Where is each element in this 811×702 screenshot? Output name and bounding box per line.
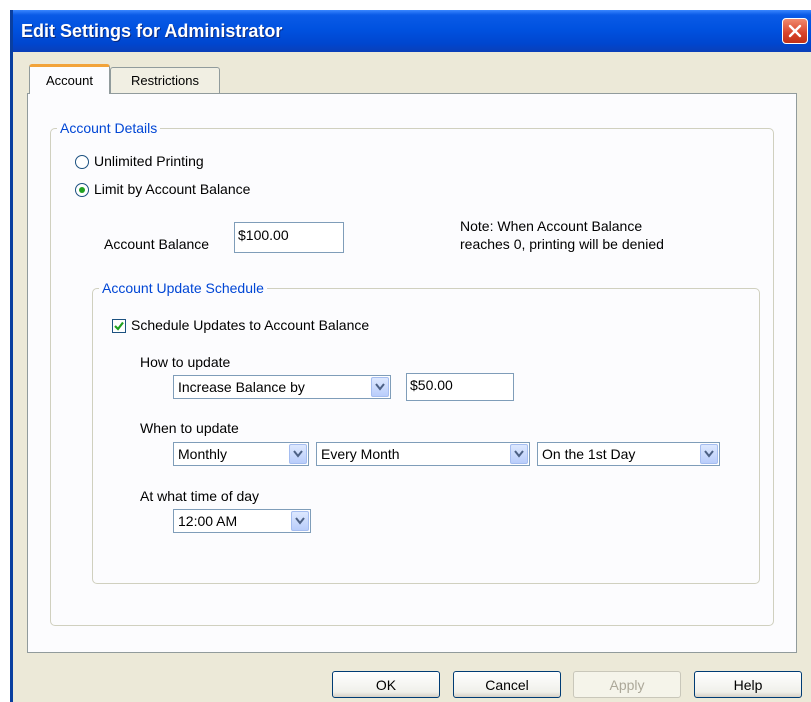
unlimited-printing-label[interactable]: Unlimited Printing (94, 153, 204, 169)
title-bar[interactable]: Edit Settings for Administrator (13, 10, 811, 52)
time-of-day-select[interactable]: 12:00 AM (173, 509, 311, 533)
how-to-update-label: How to update (140, 354, 231, 370)
help-button[interactable]: Help (694, 671, 802, 698)
when-to-update-label: When to update (140, 420, 239, 436)
dropdown-arrow-icon[interactable] (371, 377, 389, 397)
how-to-update-select[interactable]: Increase Balance by (173, 375, 391, 399)
tab-account-label: Account (46, 73, 93, 88)
close-button[interactable] (782, 18, 808, 44)
update-amount-input[interactable]: $50.00 (406, 373, 514, 401)
checkmark-icon (114, 321, 124, 331)
account-balance-label: Account Balance (104, 236, 210, 252)
close-icon (788, 24, 802, 38)
tab-restrictions[interactable]: Restrictions (110, 67, 220, 93)
time-of-day-label: At what time of day (140, 488, 260, 504)
update-interval-select[interactable]: Every Month (316, 442, 530, 466)
tab-restrictions-label: Restrictions (131, 73, 199, 88)
account-balance-input[interactable]: $100.00 (234, 222, 344, 253)
dropdown-arrow-icon[interactable] (700, 444, 718, 464)
dropdown-arrow-icon[interactable] (291, 511, 309, 531)
schedule-updates-label[interactable]: Schedule Updates to Account Balance (131, 317, 369, 333)
limit-by-balance-label[interactable]: Limit by Account Balance (94, 181, 250, 197)
update-frequency-value: Monthly (178, 446, 228, 462)
account-tab-panel: Account Details Unlimited Printing Limit… (27, 93, 797, 653)
account-details-legend: Account Details (60, 120, 158, 136)
time-of-day-value: 12:00 AM (178, 513, 238, 529)
how-to-update-value: Increase Balance by (178, 379, 305, 395)
unlimited-printing-radio[interactable] (75, 155, 89, 169)
radio-selected-dot (79, 187, 85, 193)
note-line-2: reaches 0, printing will be denied (460, 236, 664, 252)
dialog-window: Edit Settings for Administrator Account … (10, 10, 811, 702)
note-line-1: Note: When Account Balance (460, 218, 643, 234)
update-interval-value: Every Month (321, 446, 400, 462)
ok-button[interactable]: OK (332, 671, 440, 698)
tab-account[interactable]: Account (29, 64, 110, 94)
update-frequency-select[interactable]: Monthly (173, 442, 309, 466)
schedule-legend: Account Update Schedule (102, 280, 264, 296)
dropdown-arrow-icon[interactable] (510, 444, 528, 464)
apply-button[interactable]: Apply (573, 671, 681, 698)
schedule-updates-checkbox[interactable] (112, 319, 126, 333)
update-day-value: On the 1st Day (542, 446, 636, 462)
dropdown-arrow-icon[interactable] (289, 444, 307, 464)
cancel-button[interactable]: Cancel (453, 671, 561, 698)
limit-by-balance-radio[interactable] (75, 183, 89, 197)
update-day-select[interactable]: On the 1st Day (537, 442, 720, 466)
window-title: Edit Settings for Administrator (21, 21, 283, 41)
